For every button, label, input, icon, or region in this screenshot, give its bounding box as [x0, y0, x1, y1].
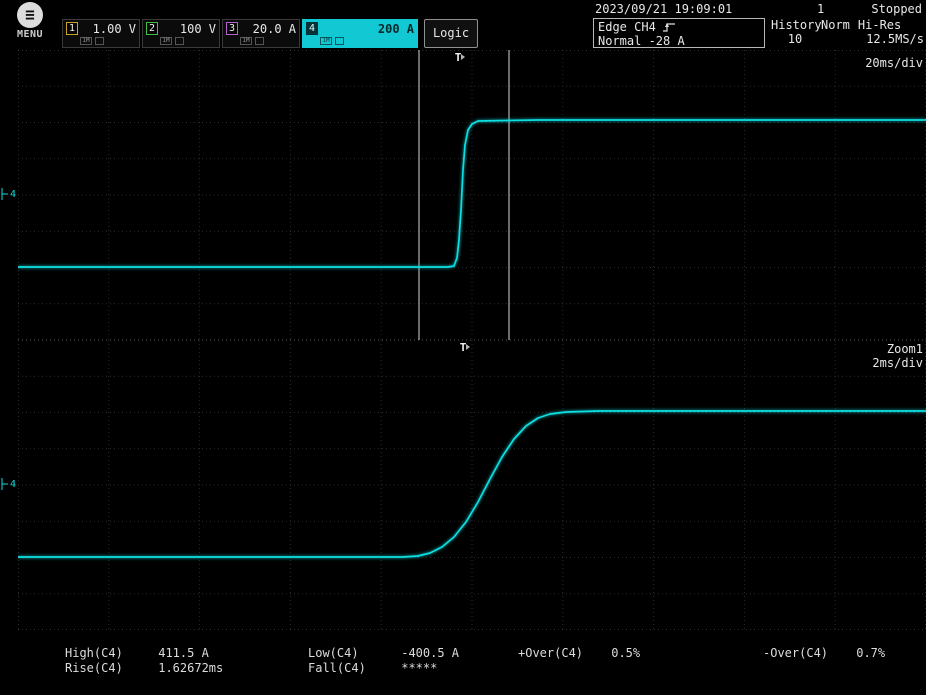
measurement-label: -Over(C4): [763, 646, 849, 661]
menu-icon: ≡: [17, 2, 43, 28]
trigger-mode-level: Normal -28 A: [598, 34, 760, 48]
channel-value: 20.0 A: [238, 22, 296, 36]
ch4-ground-level-marker[interactable]: 4: [1, 187, 16, 201]
resolution-mode: Hi-Res: [858, 18, 901, 32]
measurement-label: Fall(C4): [308, 661, 394, 676]
ground-tick-icon: [1, 187, 9, 201]
run-status: Stopped: [871, 2, 922, 16]
measurement-value: 0.7%: [856, 646, 885, 660]
zoom-trigger-position-marker[interactable]: T: [457, 341, 469, 354]
zoom-window-title: Zoom1: [887, 342, 923, 356]
trigger-settings-box[interactable]: Edge CH4 Normal -28 A: [593, 18, 765, 48]
history-value: 10: [771, 32, 819, 46]
zoom-timebase-label: 2ms/div: [872, 356, 923, 370]
impedance-badge: 1M: [320, 37, 332, 45]
measurement-label: High(C4): [65, 646, 151, 661]
measurement-value: 411.5 A: [158, 646, 209, 660]
measurement-value: 1.62672ms: [158, 661, 223, 675]
measurement-label: +Over(C4): [518, 646, 604, 661]
measurement-value: *****: [401, 661, 437, 675]
channel-chip-row: 1 1.00 V 1M 2 100 V 1M: [62, 19, 478, 48]
acquisition-count: 1: [817, 2, 824, 16]
measurement-area: High(C4) 411.5 A Rise(C4) 1.62672ms Low(…: [0, 643, 926, 695]
menu-button[interactable]: ≡ MENU: [10, 2, 50, 40]
coupling-badge: [335, 37, 344, 45]
trigger-position-marker[interactable]: T: [452, 51, 464, 64]
main-waveform-panel[interactable]: [18, 50, 926, 340]
rising-edge-icon: [662, 21, 676, 33]
zoom-waveform-grid: [18, 340, 926, 630]
acquisition-block: Norm Hi-Res 12.5MS/s: [819, 18, 924, 49]
logic-button[interactable]: Logic: [424, 19, 478, 48]
impedance-badge: 1M: [80, 37, 92, 45]
measurement-label: Rise(C4): [65, 661, 151, 676]
status-info-area: 2023/09/21 19:09:01 1 Stopped Edge CH4 N…: [593, 2, 924, 48]
acq-mode: Norm: [821, 18, 850, 32]
zoom-waveform-panel[interactable]: [18, 340, 926, 630]
channel-chip-ch3[interactable]: 3 20.0 A 1M: [222, 19, 300, 48]
channel-number: 2: [146, 22, 158, 35]
top-bar: ≡ MENU 1 1.00 V 1M 2 100 V 1: [0, 0, 926, 50]
channel-number: 4: [306, 22, 318, 35]
history-label: History: [771, 18, 819, 32]
history-block[interactable]: History 10: [771, 18, 819, 49]
channel-value: 100 V: [158, 22, 216, 36]
channel-chip-ch4[interactable]: 4 200 A 1M: [302, 19, 418, 48]
trigger-type: Edge CH4: [598, 20, 656, 34]
datetime: 2023/09/21 19:09:01: [595, 2, 732, 16]
ground-tick-icon: [1, 477, 9, 491]
main-waveform-grid: [18, 50, 926, 340]
menu-label: MENU: [10, 29, 50, 40]
channel-chip-ch2[interactable]: 2 100 V 1M: [142, 19, 220, 48]
measurement-value: -400.5 A: [401, 646, 459, 660]
impedance-badge: 1M: [160, 37, 172, 45]
main-timebase-label: 20ms/div: [865, 56, 923, 70]
channel-number: 1: [66, 22, 78, 35]
coupling-badge: [95, 37, 104, 45]
channel-number: 3: [226, 22, 238, 35]
measurement-label: Low(C4): [308, 646, 394, 661]
sample-rate: 12.5MS/s: [866, 32, 924, 46]
impedance-badge: 1M: [240, 37, 252, 45]
coupling-badge: [255, 37, 264, 45]
measurement-value: 0.5%: [611, 646, 640, 660]
channel-value: 1.00 V: [78, 22, 136, 36]
ch4-zoom-ground-level-marker[interactable]: 4: [1, 477, 16, 491]
oscilloscope-screen: ≡ MENU 1 1.00 V 1M 2 100 V 1: [0, 0, 926, 695]
channel-value: 200 A: [318, 22, 414, 36]
channel-chip-ch1[interactable]: 1 1.00 V 1M: [62, 19, 140, 48]
coupling-badge: [175, 37, 184, 45]
